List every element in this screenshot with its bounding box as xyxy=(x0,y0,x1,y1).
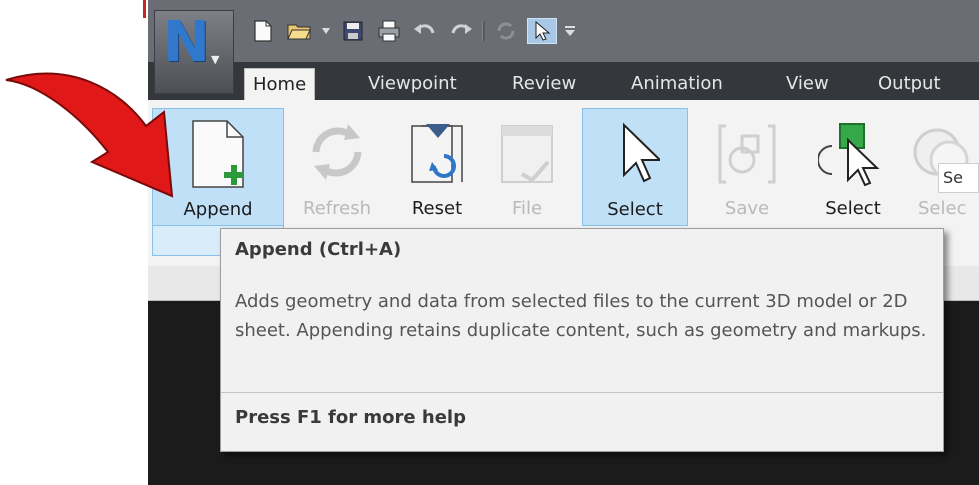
select-label: Select xyxy=(607,199,663,220)
tooltip-description: Adds geometry and data from selected fil… xyxy=(235,291,927,341)
red-arrow-icon xyxy=(5,72,174,198)
toolbar-separator xyxy=(482,21,485,41)
select-pointer-icon xyxy=(623,122,660,183)
tab-animation[interactable]: Animation xyxy=(623,68,731,100)
file-options-label: File xyxy=(511,198,543,219)
save-selection-icon xyxy=(718,124,776,184)
tooltip-help-hint: Press F1 for more help xyxy=(235,407,466,428)
dropdown-arrow-icon[interactable] xyxy=(320,18,332,44)
file-options-button[interactable]: File xyxy=(478,108,576,226)
undo-icon[interactable] xyxy=(410,18,440,44)
print-icon[interactable] xyxy=(374,18,404,44)
red-edge-mark xyxy=(143,0,146,18)
select-button[interactable]: Select xyxy=(582,108,688,226)
append-file-icon xyxy=(192,120,244,188)
save-icon[interactable] xyxy=(338,18,368,44)
reset-icon xyxy=(411,124,463,183)
reset-label: Reset xyxy=(411,198,463,219)
new-file-icon[interactable] xyxy=(248,18,278,44)
open-folder-icon[interactable] xyxy=(284,18,314,44)
tab-output[interactable]: Output xyxy=(870,68,949,100)
tooltip-divider xyxy=(221,392,943,393)
refresh-button[interactable]: Refresh xyxy=(288,108,386,226)
refresh-label: Refresh xyxy=(303,198,371,219)
select-all-button[interactable]: Select xyxy=(804,108,902,226)
save-selection-label: Save xyxy=(724,198,770,219)
save-selection-button[interactable]: Save xyxy=(698,108,796,226)
quick-find-input[interactable]: Se xyxy=(938,163,979,193)
select-all-label: Select xyxy=(825,198,881,219)
tab-review[interactable]: Review xyxy=(504,68,584,100)
refresh-icon xyxy=(312,124,362,180)
tooltip-title: Append (Ctrl+A) xyxy=(235,239,402,260)
tab-home[interactable]: Home xyxy=(244,68,316,100)
ribbon-tab-bar: Home Viewpoint Review Animation View Out… xyxy=(148,62,979,100)
refresh-icon[interactable] xyxy=(491,18,521,44)
select-all-icon xyxy=(818,123,880,187)
customize-toolbar-icon[interactable] xyxy=(563,18,577,44)
quick-access-toolbar: N ▼ xyxy=(148,0,979,94)
select-same-label: Selec xyxy=(918,198,967,219)
chevron-down-icon: ▼ xyxy=(211,53,220,66)
file-options-icon xyxy=(501,125,553,183)
append-tooltip: Append (Ctrl+A) Adds geometry and data f… xyxy=(220,228,944,452)
select-same-sublabel: am xyxy=(918,222,979,226)
tab-view[interactable]: View xyxy=(778,68,837,100)
redo-icon[interactable] xyxy=(446,18,476,44)
tab-viewpoint[interactable]: Viewpoint xyxy=(360,68,465,100)
select-pointer-icon[interactable] xyxy=(527,18,557,44)
reset-button[interactable]: Reset xyxy=(388,108,486,226)
